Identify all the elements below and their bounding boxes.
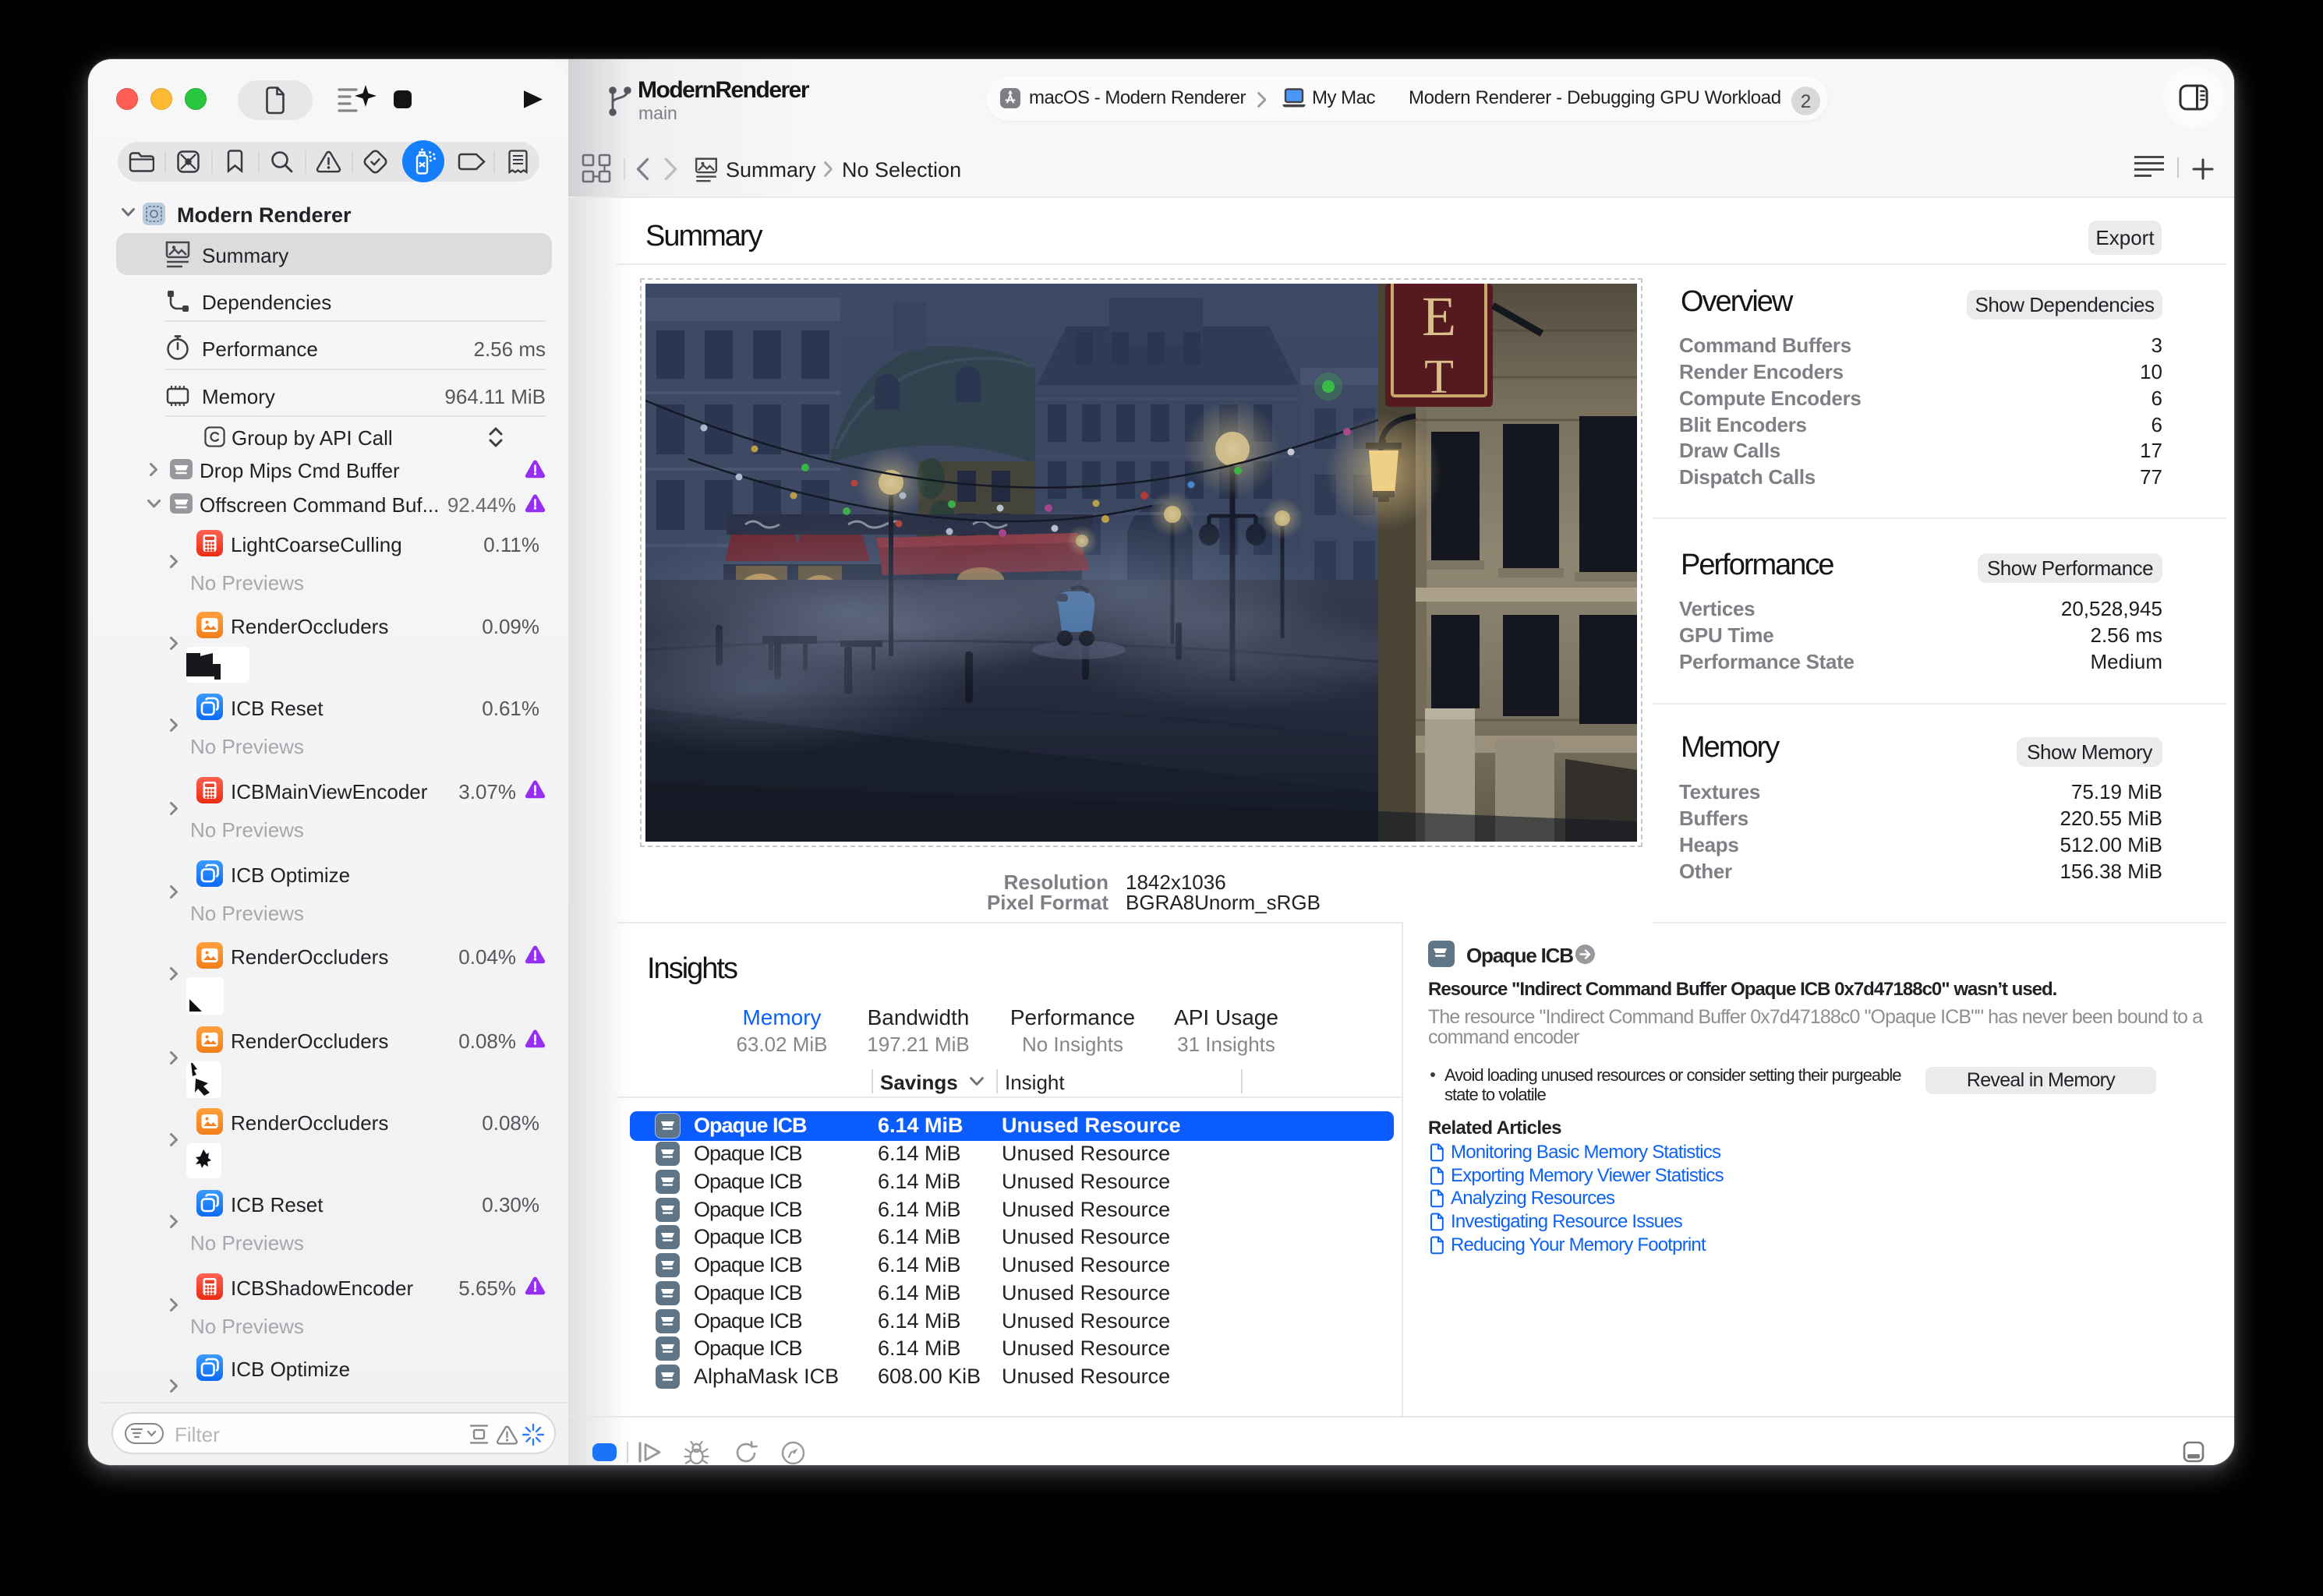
svg-text:E: E [1422, 285, 1456, 348]
svg-text:T: T [1424, 351, 1454, 404]
